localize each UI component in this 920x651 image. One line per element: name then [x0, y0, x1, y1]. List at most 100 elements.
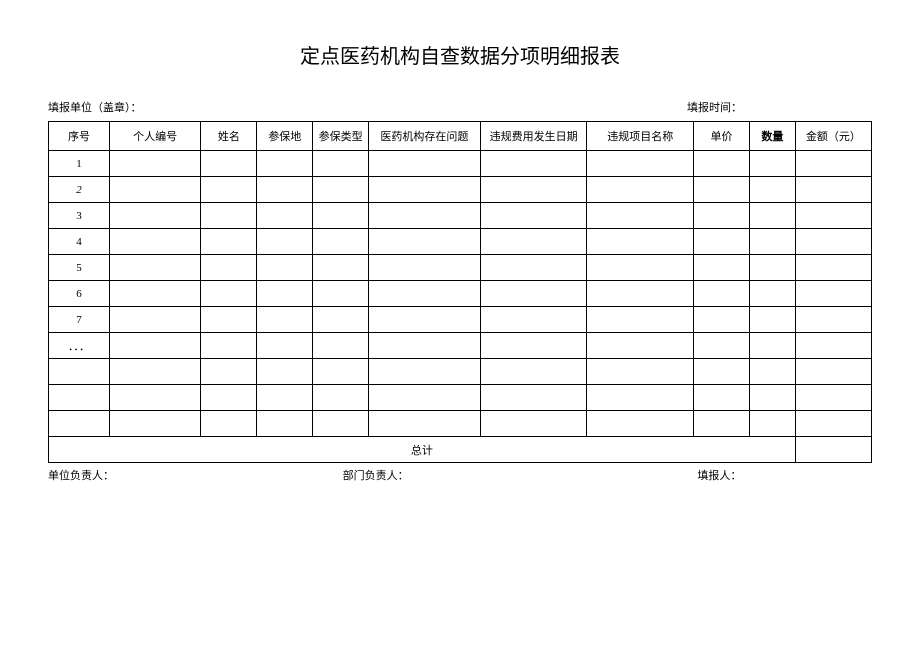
cell — [109, 151, 200, 177]
cell — [369, 307, 481, 333]
col-amt: 金额（元） — [795, 122, 871, 151]
cell — [749, 151, 795, 177]
col-qty: 数量 — [749, 122, 795, 151]
cell — [694, 203, 750, 229]
cell — [694, 411, 750, 437]
cell — [749, 333, 795, 359]
cell — [694, 307, 750, 333]
cell — [313, 411, 369, 437]
cell — [749, 307, 795, 333]
table-row: 7 — [49, 307, 872, 333]
cell — [587, 281, 694, 307]
dept-leader-label: 部门负责人： — [223, 467, 518, 483]
cell — [369, 177, 481, 203]
cell — [201, 385, 257, 411]
cell — [587, 255, 694, 281]
cell — [257, 151, 313, 177]
cell — [795, 281, 871, 307]
table-row: ．．． — [49, 333, 872, 359]
cell — [201, 177, 257, 203]
cell — [313, 229, 369, 255]
cell — [749, 359, 795, 385]
col-loc: 参保地 — [257, 122, 313, 151]
col-type: 参保类型 — [313, 122, 369, 151]
cell — [257, 411, 313, 437]
cell — [587, 333, 694, 359]
cell-seq — [49, 359, 110, 385]
table-row: 1 — [49, 151, 872, 177]
col-date: 违规费用发生日期 — [480, 122, 587, 151]
cell — [201, 255, 257, 281]
cell — [201, 333, 257, 359]
cell-seq — [49, 385, 110, 411]
unit-label: 填报单位（盖章）： — [48, 99, 142, 115]
cell — [369, 411, 481, 437]
cell — [480, 203, 587, 229]
cell — [795, 255, 871, 281]
cell-seq — [49, 411, 110, 437]
cell — [313, 385, 369, 411]
cell — [313, 281, 369, 307]
cell — [480, 229, 587, 255]
cell — [369, 333, 481, 359]
cell — [795, 385, 871, 411]
cell — [369, 203, 481, 229]
table-row: 6 — [49, 281, 872, 307]
cell — [109, 177, 200, 203]
cell — [313, 307, 369, 333]
cell — [480, 151, 587, 177]
cell — [795, 151, 871, 177]
cell-seq: 2 — [49, 177, 110, 203]
table-row — [49, 411, 872, 437]
table-body: 1 2 3 4 — [49, 151, 872, 463]
cell — [257, 281, 313, 307]
col-price: 单价 — [694, 122, 750, 151]
cell — [480, 359, 587, 385]
cell — [694, 255, 750, 281]
cell — [587, 359, 694, 385]
total-label: 总计 — [49, 437, 796, 463]
cell — [749, 385, 795, 411]
total-row: 总计 — [49, 437, 872, 463]
cell — [587, 229, 694, 255]
cell-seq: 4 — [49, 229, 110, 255]
table-row — [49, 359, 872, 385]
cell — [587, 151, 694, 177]
time-label: 填报时间： — [687, 99, 872, 115]
cell — [694, 333, 750, 359]
cell — [480, 411, 587, 437]
cell — [480, 385, 587, 411]
cell — [257, 307, 313, 333]
cell — [109, 411, 200, 437]
cell — [257, 177, 313, 203]
detail-table: 序号 个人编号 姓名 参保地 参保类型 医药机构存在问题 违规费用发生日期 违规… — [48, 121, 872, 463]
cell — [369, 255, 481, 281]
cell — [313, 359, 369, 385]
table-row: 5 — [49, 255, 872, 281]
cell — [795, 411, 871, 437]
cell — [694, 177, 750, 203]
cell — [201, 203, 257, 229]
cell — [369, 281, 481, 307]
table-row: 2 — [49, 177, 872, 203]
cell — [587, 177, 694, 203]
table-row: 4 — [49, 229, 872, 255]
cell — [480, 255, 587, 281]
cell — [313, 177, 369, 203]
page-title: 定点医药机构自查数据分项明细报表 — [0, 0, 920, 99]
footer-row: 单位负责人： 部门负责人： 填报人： — [0, 463, 920, 483]
cell-seq: ．．． — [49, 333, 110, 359]
table-row: 3 — [49, 203, 872, 229]
cell — [694, 385, 750, 411]
meta-row: 填报单位（盖章）： 填报时间： — [0, 99, 920, 121]
cell — [749, 255, 795, 281]
cell — [109, 359, 200, 385]
cell-seq: 7 — [49, 307, 110, 333]
cell — [109, 229, 200, 255]
cell-seq: 6 — [49, 281, 110, 307]
cell — [313, 151, 369, 177]
cell — [369, 229, 481, 255]
cell — [795, 333, 871, 359]
cell — [109, 255, 200, 281]
cell — [201, 411, 257, 437]
